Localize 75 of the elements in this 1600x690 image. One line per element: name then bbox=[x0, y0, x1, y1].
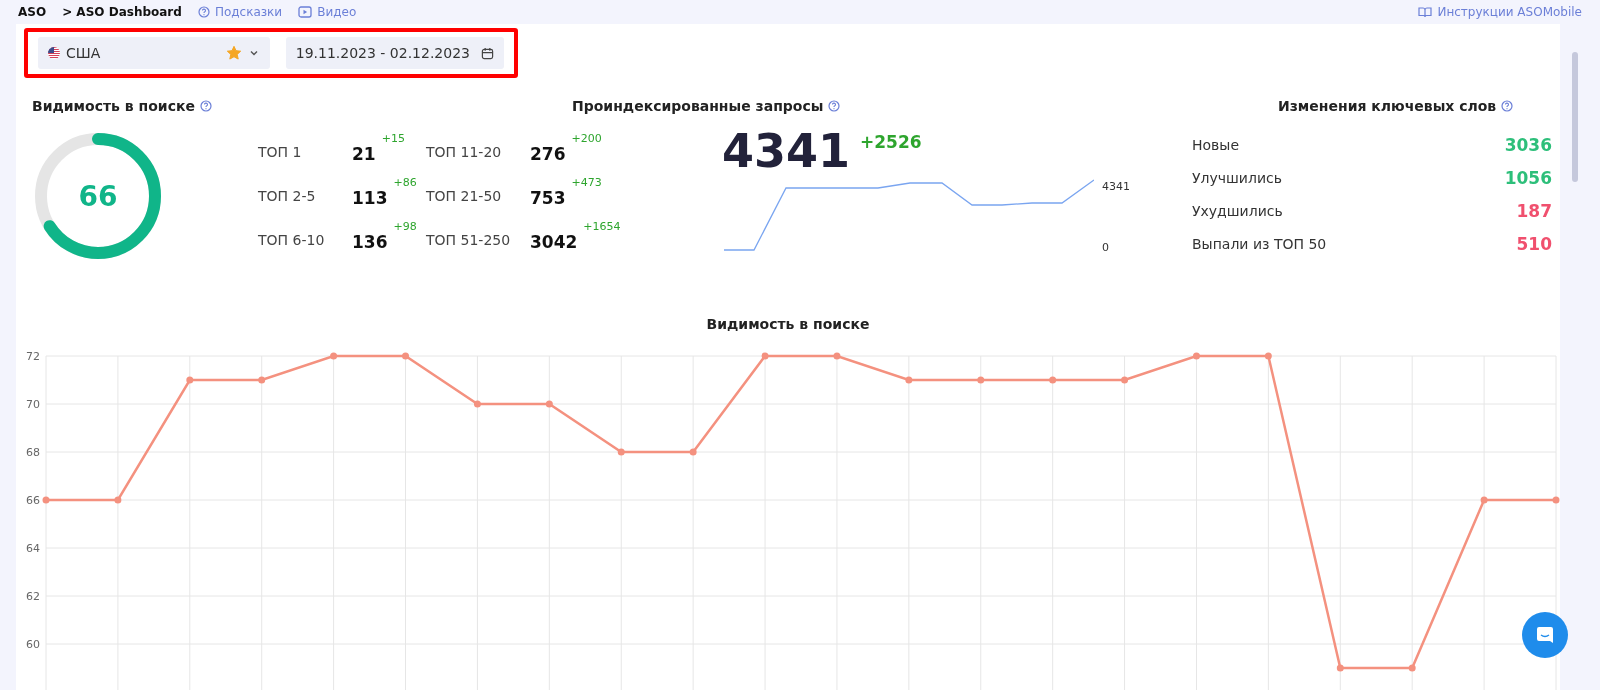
change-label: Новые bbox=[1192, 136, 1239, 153]
top-label: ТОП 2-5 bbox=[258, 188, 317, 206]
top-label: ТОП 1 bbox=[258, 144, 303, 162]
score-value: 66 bbox=[78, 180, 118, 213]
help-icon[interactable] bbox=[1501, 100, 1514, 112]
indexed-delta: +2526 bbox=[860, 132, 922, 152]
data-point bbox=[1336, 664, 1344, 672]
indexed-total: 4341 bbox=[722, 124, 851, 178]
section-title: Проиндексированные запросы bbox=[572, 98, 824, 114]
sparkline-min-label: 0 bbox=[1102, 241, 1110, 254]
flag-icon bbox=[48, 47, 60, 59]
change-label: Ухудшились bbox=[1192, 202, 1283, 219]
data-point bbox=[258, 376, 266, 384]
data-point bbox=[833, 352, 841, 360]
top-delta: +473 bbox=[571, 176, 602, 189]
chart-title: Видимость в поиске bbox=[705, 315, 871, 332]
top-delta: +86 bbox=[393, 176, 417, 189]
top-delta: +15 bbox=[381, 132, 405, 145]
country-select[interactable]: США bbox=[38, 37, 270, 69]
top-label: ТОП 51-250 bbox=[426, 232, 512, 250]
data-point bbox=[761, 352, 769, 360]
top-delta: +98 bbox=[393, 220, 417, 233]
data-point bbox=[977, 376, 985, 384]
play-icon bbox=[298, 6, 313, 18]
top-label: ТОП 6-10 bbox=[258, 232, 326, 250]
data-point bbox=[1408, 664, 1416, 672]
data-point bbox=[1480, 496, 1488, 504]
data-point bbox=[689, 448, 697, 456]
data-point bbox=[545, 400, 553, 408]
data-point bbox=[473, 400, 481, 408]
data-point bbox=[402, 352, 409, 360]
data-point bbox=[1193, 352, 1200, 360]
y-axis-label: 72 bbox=[26, 350, 40, 363]
top-delta: +1654 bbox=[583, 220, 621, 233]
scrollbar-thumb[interactable] bbox=[1572, 52, 1578, 182]
chat-icon bbox=[1535, 625, 1555, 645]
help-icon[interactable] bbox=[197, 6, 210, 18]
sparkline-max-label: 4341 bbox=[1102, 180, 1130, 193]
top-label: ТОП 21-50 bbox=[426, 188, 503, 206]
y-axis-label: 66 bbox=[26, 494, 40, 507]
book-icon bbox=[1418, 6, 1433, 18]
section-title: Изменения ключевых слов bbox=[1278, 98, 1497, 114]
top-delta: +200 bbox=[571, 132, 602, 145]
breadcrumb-root[interactable]: ASO bbox=[18, 5, 47, 19]
y-axis-label: 64 bbox=[26, 542, 40, 555]
change-value: 3036 bbox=[1504, 134, 1552, 155]
breadcrumb-current: > ASO Dashboard bbox=[62, 5, 182, 19]
data-point bbox=[330, 352, 338, 360]
data-point bbox=[1049, 376, 1057, 384]
change-value: 187 bbox=[1516, 200, 1552, 221]
change-label: Улучшились bbox=[1192, 169, 1282, 186]
top-label: ТОП 11-20 bbox=[426, 144, 503, 162]
date-range-field[interactable]: 19.11.2023 - 02.12.2023 bbox=[285, 37, 504, 69]
change-label: Выпали из ТОП 50 bbox=[1192, 235, 1327, 252]
y-axis-label: 62 bbox=[26, 590, 40, 603]
star-icon[interactable] bbox=[225, 45, 242, 61]
data-point bbox=[617, 448, 625, 456]
help-icon[interactable] bbox=[199, 100, 212, 112]
y-axis-label: 60 bbox=[26, 638, 40, 651]
y-axis-label: 68 bbox=[26, 446, 40, 459]
hints-link[interactable]: Подсказки bbox=[197, 5, 283, 19]
data-point bbox=[114, 496, 122, 504]
change-value: 510 bbox=[1516, 233, 1552, 254]
data-point bbox=[1264, 352, 1272, 360]
data-point bbox=[905, 376, 913, 384]
help-icon[interactable] bbox=[828, 100, 841, 112]
section-title: Видимость в поиске bbox=[32, 98, 195, 114]
data-point bbox=[1121, 376, 1129, 384]
instructions-link[interactable]: Инструкции ASOMobile bbox=[1418, 5, 1582, 19]
data-point bbox=[1552, 496, 1560, 504]
data-point bbox=[42, 496, 50, 504]
data-point bbox=[186, 376, 194, 384]
change-value: 1056 bbox=[1504, 167, 1552, 188]
calendar-icon bbox=[481, 46, 494, 60]
y-axis-label: 70 bbox=[26, 398, 40, 411]
